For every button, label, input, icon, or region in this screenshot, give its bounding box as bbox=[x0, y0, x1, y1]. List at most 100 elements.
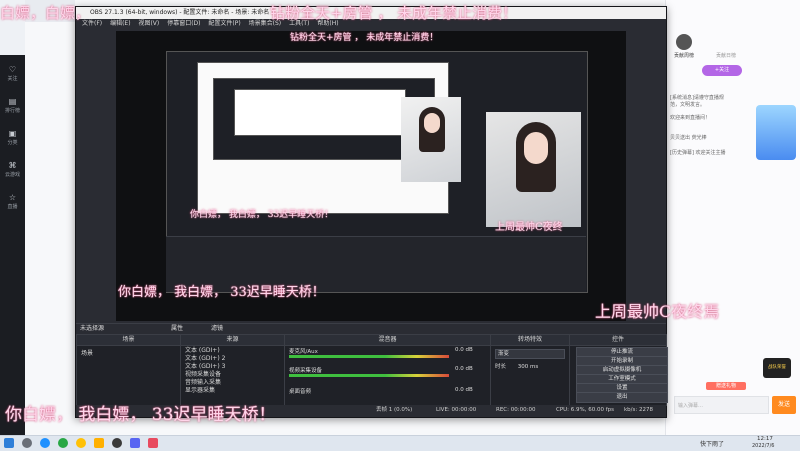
mixer-channel-name: 视频采集设备 bbox=[289, 368, 323, 374]
mixer-channel-db: 0.0 dB bbox=[455, 347, 473, 353]
team-badge[interactable]: 战队荣誉 bbox=[763, 358, 791, 378]
folder-icon[interactable] bbox=[94, 438, 104, 448]
no-source-label: 未选择源 bbox=[80, 325, 105, 332]
duration-label: 时长 bbox=[495, 364, 507, 370]
follow-button[interactable]: +关注 bbox=[702, 65, 742, 76]
send-button[interactable]: 发送 bbox=[772, 396, 796, 414]
sources-dock: 来源 文本 (GDI+) 文本 (GDI+) 2 文本 (GDI+) 3 视频采… bbox=[180, 334, 285, 406]
sidebar-item-label: 分类 bbox=[7, 140, 18, 146]
chat-message: [系统消息]请遵守直播规范，文明发言。 bbox=[670, 95, 724, 108]
scenes-dock: 场景 场景 bbox=[76, 334, 181, 406]
edge-icon[interactable] bbox=[40, 438, 50, 448]
weather-text[interactable]: 快下雨了 bbox=[700, 439, 724, 448]
overlay-caption-mid: 你白嫖， 我白嫖， 33迟早睡天桥！ bbox=[118, 285, 325, 300]
heart-icon: ♡ bbox=[8, 65, 17, 74]
sidebar-item-label: 直播 bbox=[7, 204, 18, 210]
rec-timer: REC: 00:00:00 bbox=[496, 407, 536, 413]
sidebar-item-follow[interactable]: ♡ 关注 bbox=[0, 65, 25, 82]
windows-taskbar: 快下雨了 12:17 2022/7/6 bbox=[0, 435, 800, 451]
search-icon[interactable] bbox=[22, 438, 32, 448]
streamer-face bbox=[424, 113, 440, 133]
transition-duration: 时长 300 ms bbox=[495, 362, 565, 370]
scenes-header: 场景 bbox=[77, 335, 180, 346]
menu-profile[interactable]: 配置文件(P) bbox=[208, 20, 240, 27]
box-icon: ▣ bbox=[8, 129, 17, 138]
controls-header: 控件 bbox=[570, 335, 666, 346]
dropped-frames: 丢帧 1 (0.0%) bbox=[376, 407, 413, 413]
gift-button[interactable]: 赠送礼物 bbox=[706, 382, 746, 390]
transitions-dock: 转场特效 渐变 时长 300 ms bbox=[490, 334, 570, 406]
transition-type-select[interactable]: 渐变 bbox=[495, 349, 565, 359]
streamer-face bbox=[524, 132, 548, 164]
sidebar-item-category[interactable]: ▣ 分类 bbox=[0, 129, 25, 146]
windows-start-icon[interactable] bbox=[4, 438, 14, 448]
sidebar-item-rank[interactable]: ▤ 排行榜 bbox=[0, 97, 25, 114]
scene-item[interactable]: 场景 bbox=[77, 346, 180, 359]
filters-button[interactable]: 滤镜 bbox=[211, 324, 223, 334]
sidebar-item-label: 云游戏 bbox=[4, 172, 20, 178]
overlay-caption-small: 你白嫖， 我白嫖， 33迟早睡天桥！ bbox=[190, 210, 334, 220]
star-icon: ☆ bbox=[8, 193, 17, 202]
menu-view[interactable]: 视图(V) bbox=[138, 20, 159, 27]
sidebar-item-live[interactable]: ☆ 直播 bbox=[0, 193, 25, 210]
controls-dock: 控件 停止推流 开始录制 启动虚拟摄像机 工作室模式 设置 退出 bbox=[569, 334, 668, 406]
audio-meter bbox=[289, 355, 449, 358]
menu-edit[interactable]: 编辑(E) bbox=[110, 20, 130, 27]
mixer-channel-db: 0.0 dB bbox=[455, 366, 473, 372]
source-item[interactable]: 文本 (GDI+) 3 bbox=[185, 363, 225, 371]
source-item[interactable]: 显示器采集 bbox=[185, 387, 215, 395]
app-icon[interactable] bbox=[130, 438, 140, 448]
mixer-channel-name: 桌面音频 bbox=[289, 389, 312, 395]
chrome-icon[interactable] bbox=[76, 438, 86, 448]
exit-button[interactable]: 退出 bbox=[576, 392, 668, 403]
source-toolbar: 未选择源 属性 滤镜 bbox=[76, 323, 666, 334]
source-item[interactable]: 文本 (GDI+) bbox=[185, 347, 220, 355]
left-sidebar: ♡ 关注 ▤ 排行榜 ▣ 分类 ⌘ 云游戏 ☆ 直播 bbox=[0, 55, 25, 435]
clock-date[interactable]: 2022/7/6 bbox=[752, 443, 774, 449]
overlay-webcam-caption: 上周最帅C夜终焉 bbox=[595, 302, 720, 321]
source-item[interactable]: 文本 (GDI+) 2 bbox=[185, 355, 225, 363]
mixer-channel-db: 0.0 dB bbox=[455, 387, 473, 393]
overlay-top-banner: 钻粉全天+房管 ， 未成年禁止消费！ bbox=[270, 4, 518, 22]
obs-title-text: OBS 27.1.3 (64-bit, windows) - 配置文件: 未命名… bbox=[90, 9, 270, 16]
live-timer: LIVE: 00:00:00 bbox=[436, 407, 477, 413]
mixer-header: 混音器 bbox=[285, 335, 490, 346]
transitions-header: 转场特效 bbox=[491, 335, 569, 346]
rank-icon: ▤ bbox=[8, 97, 17, 106]
sidebar-item-label: 排行榜 bbox=[4, 108, 20, 114]
tab-daily-rank[interactable]: 贡献日榜 bbox=[716, 52, 736, 59]
audio-meter bbox=[289, 374, 449, 377]
source-item[interactable]: 视频采集设备 bbox=[185, 371, 221, 379]
chat-message: 贝贝送出 荧光棒 bbox=[670, 135, 707, 141]
chat-panel: +关注 贡献周榜 贡献日榜 [系统消息]请遵守直播规范，文明发言。 欢迎来到直播… bbox=[665, 0, 800, 435]
menu-docks[interactable]: 停靠窗口(D) bbox=[167, 20, 200, 27]
overlay-top-banner-small: 钻粉全天+房管 ， 未成年禁止消费！ bbox=[290, 33, 439, 43]
nested-webcam-3 bbox=[401, 97, 461, 182]
obs-icon[interactable] bbox=[112, 438, 122, 448]
clock-time[interactable]: 12:17 bbox=[757, 436, 773, 442]
anchor-avatar[interactable] bbox=[676, 34, 692, 50]
overlay-webcam-caption-small: 上周最帅C夜终 bbox=[495, 222, 563, 233]
cpu-usage: CPU: 6.9%, 60.00 fps bbox=[556, 407, 615, 413]
chat-message: [历史弹幕] 欢迎关注主播 bbox=[670, 150, 726, 156]
mixer-dock: 混音器 麦克风/Aux 0.0 dB 视频采集设备 0.0 dB 桌面音频 0.… bbox=[284, 334, 491, 406]
overlay-caption-large: 你白嫖， 我白嫖， 33迟早睡天桥！ bbox=[5, 405, 276, 425]
promo-card[interactable] bbox=[756, 105, 796, 160]
sidebar-item-cloud-game[interactable]: ⌘ 云游戏 bbox=[0, 161, 25, 178]
game-icon: ⌘ bbox=[8, 161, 17, 170]
tab-weekly-rank[interactable]: 贡献周榜 bbox=[674, 52, 694, 59]
chat-message: 欢迎来到直播间！ bbox=[670, 115, 711, 121]
nested-preview-4 bbox=[234, 89, 406, 136]
obs-window: OBS 27.1.3 (64-bit, windows) - 配置文件: 未命名… bbox=[75, 6, 668, 418]
app-icon[interactable] bbox=[148, 438, 158, 448]
sources-header: 来源 bbox=[181, 335, 284, 346]
properties-button[interactable]: 属性 bbox=[171, 324, 183, 334]
overlay-left-fragment: 白嫖，白嫖， bbox=[0, 4, 91, 22]
danmaku-input[interactable]: 输入弹幕… bbox=[674, 396, 769, 414]
sidebar-item-label: 关注 bbox=[7, 76, 18, 82]
source-item[interactable]: 音频输入采集 bbox=[185, 379, 221, 387]
nested-webcam-2 bbox=[486, 112, 581, 227]
mixer-channel-name: 麦克风/Aux bbox=[289, 349, 318, 355]
browser-icon[interactable] bbox=[58, 438, 68, 448]
duration-value[interactable]: 300 ms bbox=[518, 364, 538, 370]
